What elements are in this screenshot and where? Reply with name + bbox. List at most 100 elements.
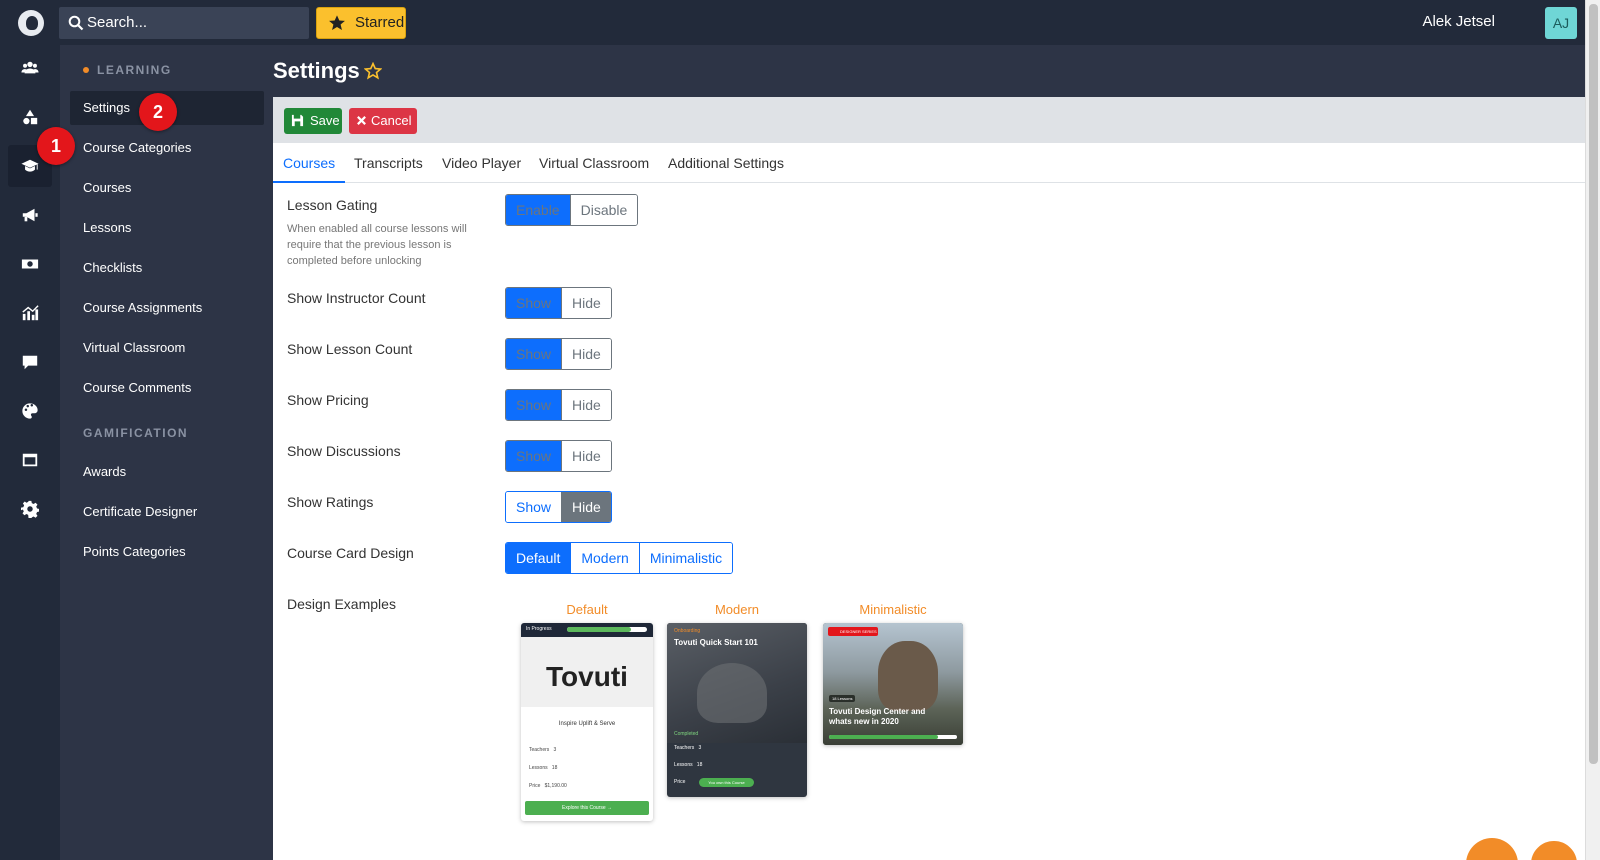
tab-video-player[interactable]: Video Player: [432, 143, 531, 183]
card-lessons-label: Lessons: [529, 765, 548, 771]
palette-icon: [22, 403, 38, 419]
search-input[interactable]: Search...: [59, 7, 309, 39]
nav-item-course-assignments[interactable]: Course Assignments: [70, 291, 264, 325]
tab-transcripts[interactable]: Transcripts: [344, 143, 433, 183]
rail-pages[interactable]: [8, 439, 52, 481]
card-design-label: Course Card Design: [287, 545, 414, 561]
page-scrollbar[interactable]: [1585, 0, 1600, 860]
nav-item-certificate-designer[interactable]: Certificate Designer: [70, 495, 264, 529]
lesson-gating-label: Lesson Gating: [287, 197, 378, 213]
card-series-tag: DESIGNER SERIES: [828, 627, 878, 636]
card-category: Onboarding: [674, 628, 701, 634]
close-icon: [357, 116, 366, 125]
card-explore-button: Explore this Course →: [525, 801, 649, 815]
nav-item-courses[interactable]: Courses: [70, 171, 264, 205]
user-name[interactable]: Alek Jetsel: [1422, 13, 1495, 30]
card-design-modern[interactable]: Modern: [570, 543, 639, 573]
search-placeholder: Search...: [87, 14, 148, 31]
save-button[interactable]: Save: [284, 108, 342, 134]
rail-announcements[interactable]: [8, 194, 52, 236]
section-nav: LEARNING Settings Course Categories Cour…: [60, 45, 273, 860]
card-title: Tovuti Design Center and whats new in 20…: [829, 707, 926, 726]
lesson-gating-toggle: Enable Disable: [505, 194, 639, 226]
pricing-label: Show Pricing: [287, 392, 369, 408]
example-minimal-heading: Minimalistic: [859, 602, 927, 617]
nav-item-lessons[interactable]: Lessons: [70, 211, 264, 245]
active-dot: [83, 66, 89, 73]
card-price-label: Price: [529, 783, 541, 789]
cancel-label: Cancel: [371, 113, 412, 128]
rail-reports[interactable]: [8, 292, 52, 334]
pricing-hide[interactable]: Hide: [561, 390, 611, 420]
card-lessons-badge: 18 Lessons: [829, 695, 856, 702]
nav-item-course-comments[interactable]: Course Comments: [70, 371, 264, 405]
shapes-icon: [23, 109, 38, 125]
card-teachers-label: Teachers: [529, 747, 550, 753]
card-price-row: Price $1,190.00: [529, 783, 567, 789]
lesson-gating-disable[interactable]: Disable: [569, 195, 638, 225]
rail-design[interactable]: [8, 390, 52, 432]
nav-item-points-categories[interactable]: Points Categories: [70, 535, 264, 569]
card-lessons-count: 18: [551, 765, 558, 771]
scrollbar-thumb[interactable]: [1589, 4, 1598, 764]
pricing-show[interactable]: Show: [506, 390, 562, 420]
ratings-show[interactable]: Show: [506, 492, 562, 522]
discussions-hide[interactable]: Hide: [561, 441, 611, 471]
card-status-text: In Progress: [526, 626, 552, 632]
card-design-toggle: Default Modern Minimalistic: [505, 542, 734, 574]
lesson-gating-enable[interactable]: Enable: [506, 195, 570, 225]
card-status-bar: In Progress: [521, 623, 653, 637]
window-icon: [22, 453, 38, 467]
tab-courses[interactable]: Courses: [273, 143, 346, 183]
card-teachers-count: 3: [553, 747, 557, 753]
rail-ecommerce[interactable]: [8, 243, 52, 285]
tovuti-logo-icon[interactable]: [18, 10, 44, 36]
card-design-default[interactable]: Default: [506, 543, 571, 573]
card-price-label: Price: [674, 779, 686, 785]
card-teachers-row: Teachers 3: [674, 745, 701, 751]
learning-title-text: LEARNING: [97, 63, 172, 77]
elephant-image: [878, 641, 938, 711]
card-lessons-label: Lessons: [674, 762, 693, 768]
avatar[interactable]: AJ: [1545, 7, 1577, 39]
search-icon: [68, 15, 84, 31]
rail-settings[interactable]: [8, 488, 52, 530]
rail-messages[interactable]: [8, 341, 52, 383]
card-teachers-label: Teachers: [674, 745, 695, 751]
ratings-hide[interactable]: Hide: [561, 492, 611, 522]
card-title: Tovuti Quick Start 101: [674, 638, 758, 647]
tab-additional-settings[interactable]: Additional Settings: [658, 143, 794, 183]
discussions-show[interactable]: Show: [506, 441, 562, 471]
cancel-button[interactable]: Cancel: [349, 108, 417, 134]
discussions-label: Show Discussions: [287, 443, 401, 459]
rail-users[interactable]: [8, 47, 52, 89]
card-lessons-count: 18: [696, 762, 703, 768]
nav-item-awards[interactable]: Awards: [70, 455, 264, 489]
favorite-star-icon[interactable]: [364, 62, 382, 80]
card-design-minimalistic[interactable]: Minimalistic: [638, 543, 733, 573]
nav-item-course-categories[interactable]: Course Categories: [70, 131, 264, 165]
star-icon: [329, 15, 345, 31]
example-default-heading: Default: [566, 602, 608, 617]
page-title: Settings: [273, 58, 360, 83]
tovuti-wordmark: Tovuti: [546, 661, 628, 692]
top-bar: Search... Starred Alek Jetsel AJ: [0, 0, 1585, 45]
starred-button[interactable]: Starred: [316, 7, 406, 39]
nav-item-virtual-classroom[interactable]: Virtual Classroom: [70, 331, 264, 365]
example-modern-heading: Modern: [714, 602, 760, 617]
instructor-count-show[interactable]: Show: [506, 288, 562, 318]
instructor-count-toggle: Show Hide: [505, 287, 612, 319]
step-badge-1: 1: [37, 127, 75, 165]
example-card-modern: Onboarding Tovuti Quick Start 101 Comple…: [667, 623, 807, 797]
lesson-count-hide[interactable]: Hide: [561, 339, 611, 369]
example-card-default: In Progress Tovuti Inspire Uplift & Serv…: [521, 623, 653, 821]
tab-virtual-classroom[interactable]: Virtual Classroom: [529, 143, 659, 183]
card-progress-bar: [829, 735, 957, 739]
icon-rail: [0, 45, 60, 860]
lesson-gating-description: When enabled all course lessons will req…: [287, 223, 467, 267]
ratings-toggle: Show Hide: [505, 491, 612, 523]
lesson-count-show[interactable]: Show: [506, 339, 562, 369]
nav-item-checklists[interactable]: Checklists: [70, 251, 264, 285]
settings-tabs: Courses Transcripts Video Player Virtual…: [273, 143, 1585, 183]
instructor-count-hide[interactable]: Hide: [561, 288, 611, 318]
